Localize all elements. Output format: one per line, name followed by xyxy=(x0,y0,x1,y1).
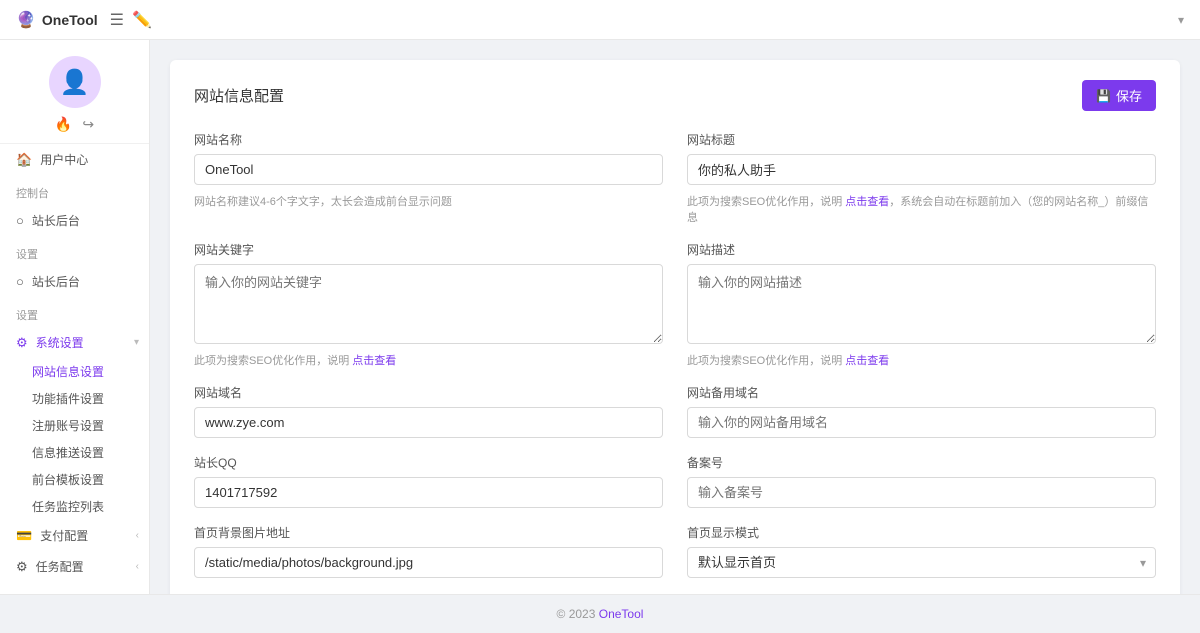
card-header: 网站信息配置 💾 保存 xyxy=(194,80,1156,111)
chevron-down-icon: ▾ xyxy=(134,337,139,348)
site-name-label: 网站名称 xyxy=(194,131,663,148)
card-title: 网站信息配置 xyxy=(194,85,284,106)
backup-domain-group: 网站备用域名 xyxy=(687,384,1156,438)
fire-icon[interactable]: 🔥 xyxy=(55,116,72,133)
sidebar-item-payment[interactable]: 💳 支付配置 ‹ xyxy=(0,520,149,551)
topbar: 🔮 OneTool ☰ ✏️ ▾ xyxy=(0,0,1200,40)
site-title-hint-link[interactable]: 点击查看 xyxy=(845,196,889,208)
icp-group: 备案号 xyxy=(687,454,1156,508)
edit-icon[interactable]: ✏️ xyxy=(132,10,152,30)
content-area: 网站信息配置 💾 保存 网站名称 网站名称建议4-6个字文字，太长会造成前台显示… xyxy=(150,40,1200,594)
sidebar-sub-item-website-info[interactable]: 网站信息设置 xyxy=(32,358,149,385)
avatar-actions: 🔥 ↪ xyxy=(55,116,94,133)
sidebar-section-console: 控制台 xyxy=(0,175,149,205)
footer-copyright: © 2023 xyxy=(557,607,599,621)
display-mode-select-wrapper: 默认显示首页 自定义模式 xyxy=(687,547,1156,578)
site-title-input[interactable] xyxy=(687,154,1156,185)
save-icon: 💾 xyxy=(1096,89,1111,103)
gear-icon: ⚙ xyxy=(16,335,28,351)
site-keywords-group: 网站关键字 此项为搜索SEO优化作用，说明 点击查看 xyxy=(194,241,663,368)
site-title-hint: 此项为搜索SEO优化作用，说明 点击查看，系统会自动在标题前加入（您的网站名称_… xyxy=(687,193,1156,225)
site-name-group: 网站名称 网站名称建议4-6个字文字，太长会造成前台显示问题 xyxy=(194,131,663,225)
qq-label: 站长QQ xyxy=(194,454,663,471)
sidebar-item-user-center[interactable]: 🏠 用户中心 xyxy=(0,144,149,175)
avatar-area: 👤 🔥 ↪ xyxy=(0,40,149,144)
site-desc-label: 网站描述 xyxy=(687,241,1156,258)
footer-brand-link[interactable]: OneTool xyxy=(599,607,644,621)
task-icon: ⚙ xyxy=(16,559,28,575)
qq-group: 站长QQ xyxy=(194,454,663,508)
sidebar: 👤 🔥 ↪ 🏠 用户中心 控制台 ○ 站长后台 设置 ○ 站长后台 设置 ⚙ 系… xyxy=(0,40,150,594)
domain-input[interactable] xyxy=(194,407,663,438)
topbar-chevron-icon[interactable]: ▾ xyxy=(1178,13,1184,27)
payment-icon: 💳 xyxy=(16,528,32,544)
backup-domain-label: 网站备用域名 xyxy=(687,384,1156,401)
logout-icon[interactable]: ↪ xyxy=(82,116,94,133)
site-desc-hint: 此项为搜索SEO优化作用，说明 点击查看 xyxy=(687,352,1156,368)
sidebar-sub-item-plugin[interactable]: 功能插件设置 xyxy=(32,385,149,412)
chevron-right-icon-payment: ‹ xyxy=(136,530,139,541)
bg-image-label: 首页背景图片地址 xyxy=(194,524,663,541)
sidebar-item-label: 任务配置 xyxy=(36,558,84,575)
sidebar-sub-item-message[interactable]: 信息推送设置 xyxy=(32,439,149,466)
sidebar-sub-item-register[interactable]: 注册账号设置 xyxy=(32,412,149,439)
avatar-user-icon: 👤 xyxy=(60,68,90,97)
sidebar-sub-item-frontend-template[interactable]: 前台模板设置 xyxy=(32,466,149,493)
sidebar-section-manage: 管理 xyxy=(0,582,149,594)
sidebar-sub-menu: 网站信息设置 功能插件设置 注册账号设置 信息推送设置 前台模板设置 任务监控列… xyxy=(0,358,149,520)
sidebar-section-settings-1: 设置 xyxy=(0,236,149,266)
sidebar-item-site-backend-2[interactable]: ○ 站长后台 xyxy=(0,266,149,297)
sidebar-item-label: 站长后台 xyxy=(32,212,80,229)
topbar-right: ▾ xyxy=(1178,13,1184,27)
site-name-input[interactable] xyxy=(194,154,663,185)
sidebar-sub-item-task-monitor[interactable]: 任务监控列表 xyxy=(32,493,149,520)
sidebar-item-label: 用户中心 xyxy=(40,151,88,168)
bg-image-group: 首页背景图片地址 xyxy=(194,524,663,578)
bg-image-input[interactable] xyxy=(194,547,663,578)
save-button-label: 保存 xyxy=(1116,86,1142,105)
sidebar-item-label: 站长后台 xyxy=(32,273,80,290)
logo-icon: 🔮 xyxy=(16,10,36,30)
footer: © 2023 OneTool xyxy=(0,594,1200,633)
site-name-hint: 网站名称建议4-6个字文字，太长会造成前台显示问题 xyxy=(194,193,663,209)
form-grid: 网站名称 网站名称建议4-6个字文字，太长会造成前台显示问题 网站标题 此项为搜… xyxy=(194,131,1156,578)
topbar-left: 🔮 OneTool ☰ ✏️ xyxy=(16,10,152,30)
sidebar-item-label: 系统设置 xyxy=(36,334,84,351)
display-mode-label: 首页显示模式 xyxy=(687,524,1156,541)
display-mode-select[interactable]: 默认显示首页 自定义模式 xyxy=(687,547,1156,578)
site-keywords-hint-link[interactable]: 点击查看 xyxy=(352,355,396,367)
site-title-label: 网站标题 xyxy=(687,131,1156,148)
avatar[interactable]: 👤 xyxy=(49,56,101,108)
site-keywords-textarea[interactable] xyxy=(194,264,663,344)
site-title-group: 网站标题 此项为搜索SEO优化作用，说明 点击查看，系统会自动在标题前加入（您的… xyxy=(687,131,1156,225)
logo-text: OneTool xyxy=(42,12,98,28)
save-button[interactable]: 💾 保存 xyxy=(1082,80,1156,111)
sidebar-item-label: 支付配置 xyxy=(40,527,88,544)
site-desc-textarea[interactable] xyxy=(687,264,1156,344)
display-mode-group: 首页显示模式 默认显示首页 自定义模式 xyxy=(687,524,1156,578)
site-desc-group: 网站描述 此项为搜索SEO优化作用，说明 点击查看 xyxy=(687,241,1156,368)
topbar-icons: ☰ ✏️ xyxy=(110,10,152,30)
circle-icon-2: ○ xyxy=(16,274,24,289)
home-icon: 🏠 xyxy=(16,152,32,168)
settings-card: 网站信息配置 💾 保存 网站名称 网站名称建议4-6个字文字，太长会造成前台显示… xyxy=(170,60,1180,594)
domain-group: 网站域名 xyxy=(194,384,663,438)
logo[interactable]: 🔮 OneTool xyxy=(16,10,98,30)
main-layout: 👤 🔥 ↪ 🏠 用户中心 控制台 ○ 站长后台 设置 ○ 站长后台 设置 ⚙ 系… xyxy=(0,40,1200,594)
site-keywords-label: 网站关键字 xyxy=(194,241,663,258)
domain-label: 网站域名 xyxy=(194,384,663,401)
qq-input[interactable] xyxy=(194,477,663,508)
chevron-right-icon-task: ‹ xyxy=(136,561,139,572)
icp-input[interactable] xyxy=(687,477,1156,508)
icp-label: 备案号 xyxy=(687,454,1156,471)
sidebar-item-site-backend-1[interactable]: ○ 站长后台 xyxy=(0,205,149,236)
sidebar-section-settings-2: 设置 xyxy=(0,297,149,327)
site-keywords-hint: 此项为搜索SEO优化作用，说明 点击查看 xyxy=(194,352,663,368)
menu-icon[interactable]: ☰ xyxy=(110,10,124,30)
sidebar-item-task[interactable]: ⚙ 任务配置 ‹ xyxy=(0,551,149,582)
circle-icon-1: ○ xyxy=(16,213,24,228)
backup-domain-input[interactable] xyxy=(687,407,1156,438)
sidebar-item-system-settings[interactable]: ⚙ 系统设置 ▾ xyxy=(0,327,149,358)
site-desc-hint-link[interactable]: 点击查看 xyxy=(845,355,889,367)
